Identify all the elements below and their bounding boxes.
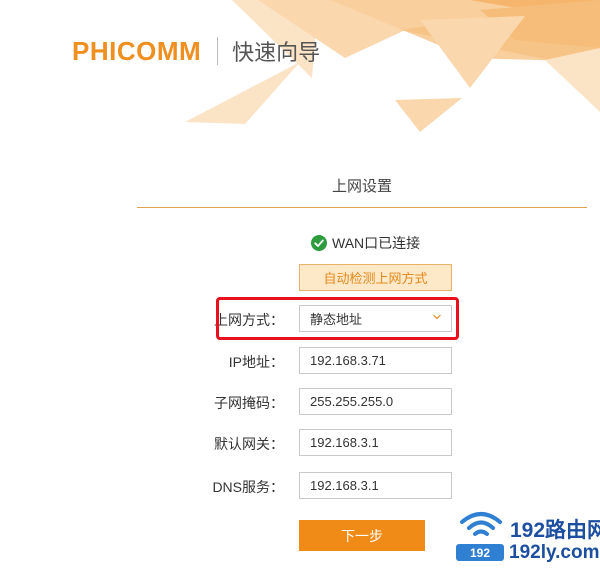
dns-label: DNS服务： bbox=[212, 479, 284, 495]
dns-input[interactable]: 192.168.3.1 bbox=[299, 472, 452, 499]
wifi-icon bbox=[460, 512, 502, 536]
auto-detect-button[interactable]: 自动检测上网方式 bbox=[299, 264, 452, 291]
section-divider bbox=[137, 207, 587, 208]
header-decoration bbox=[185, 0, 600, 132]
brand-header: PHICOMM 快速向导 bbox=[72, 36, 320, 66]
subnet-label: 子网掩码： bbox=[214, 395, 284, 411]
dns-row: DNS服务： 192.168.3.1 bbox=[0, 472, 600, 499]
watermark: 192路由网 192 192ly.com bbox=[452, 508, 600, 578]
ip-row: IP地址： 192.168.3.71 bbox=[0, 347, 600, 374]
highlight-box bbox=[216, 297, 459, 340]
watermark-badge: 192 bbox=[456, 544, 504, 561]
watermark-url: 192ly.com bbox=[509, 542, 600, 563]
ip-address-input[interactable]: 192.168.3.71 bbox=[299, 347, 452, 374]
phicomm-logo: PHICOMM bbox=[72, 35, 202, 66]
wan-status-text: WAN口已连接 bbox=[332, 235, 421, 251]
wan-status: WAN口已连接 bbox=[311, 233, 420, 253]
gateway-label: 默认网关： bbox=[214, 436, 284, 452]
ip-label: IP地址： bbox=[228, 354, 284, 370]
brand-divider bbox=[217, 37, 219, 65]
next-step-button[interactable]: 下一步 bbox=[299, 520, 425, 551]
page-title: 快速向导 bbox=[232, 40, 321, 65]
watermark-title: 192路由网 bbox=[510, 519, 600, 542]
gateway-input[interactable]: 192.168.3.1 bbox=[299, 429, 452, 456]
gateway-row: 默认网关： 192.168.3.1 bbox=[0, 429, 600, 456]
check-circle-icon bbox=[311, 235, 327, 251]
subnet-row: 子网掩码： 255.255.255.0 bbox=[0, 388, 600, 415]
subnet-mask-input[interactable]: 255.255.255.0 bbox=[299, 388, 452, 415]
section-title: 上网设置 bbox=[331, 178, 392, 195]
